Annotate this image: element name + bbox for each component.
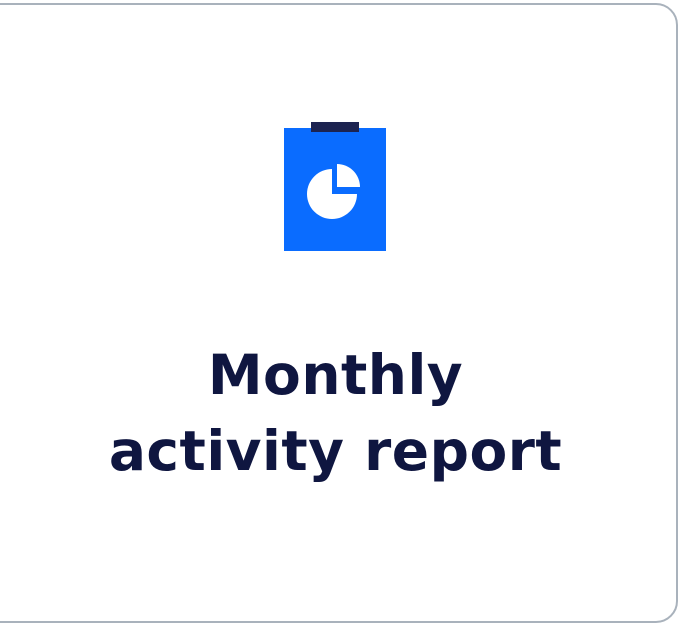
card-title: Monthly activity report [0, 337, 671, 489]
monthly-activity-report-card[interactable] [0, 3, 678, 623]
report-pie-chart-icon [284, 122, 386, 251]
card-title-line-2: activity report [108, 419, 563, 483]
card-title-line-1: Monthly [207, 343, 464, 407]
